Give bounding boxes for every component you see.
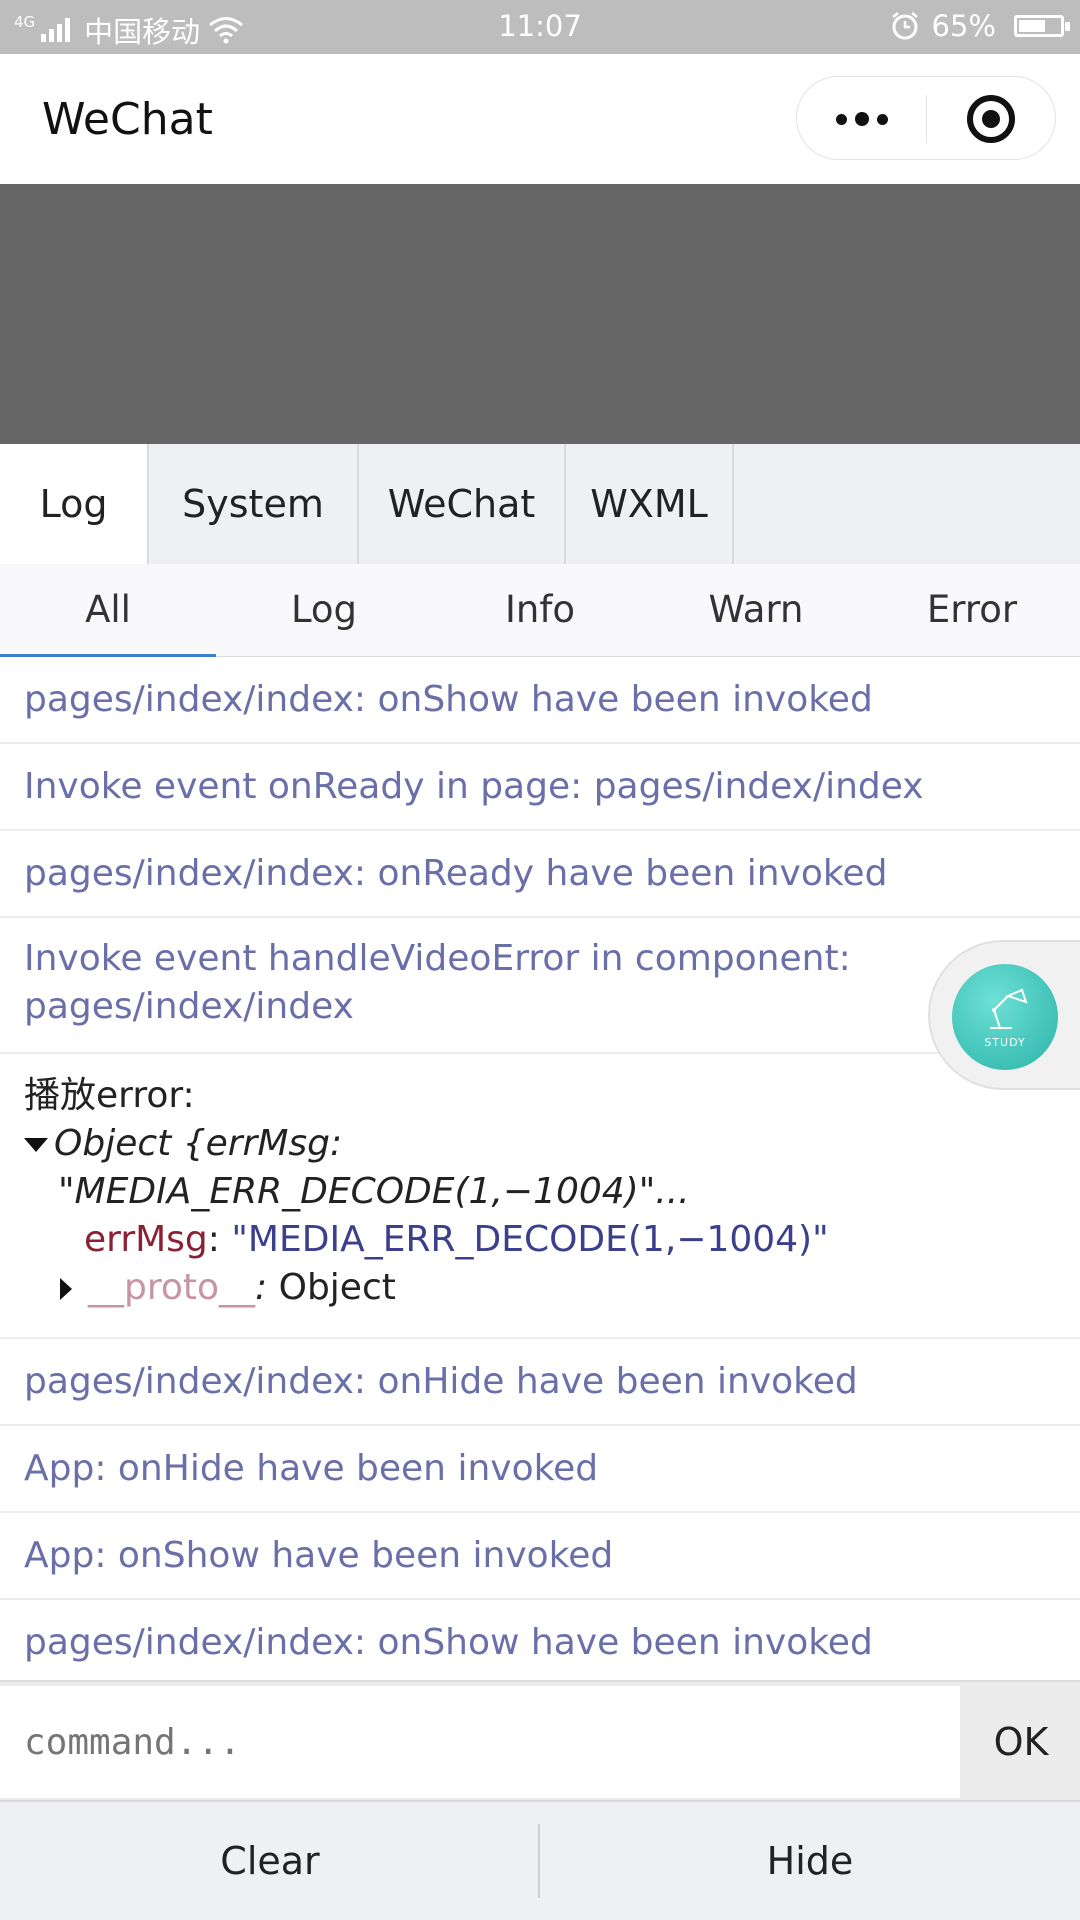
- battery-percent: 65%: [931, 9, 996, 43]
- proto-expander[interactable]: __proto__: Object: [24, 1264, 1056, 1312]
- more-button[interactable]: [797, 77, 927, 161]
- battery-icon: [1014, 15, 1070, 37]
- filter-log[interactable]: Log: [216, 564, 432, 656]
- study-label: STUDY: [984, 1036, 1026, 1049]
- object-expander[interactable]: Object {errMsg:: [24, 1120, 1056, 1168]
- log-entry-line: Invoke event handleVideoError in compone…: [24, 938, 851, 979]
- page-title: WeChat: [42, 94, 213, 145]
- more-dot-icon: [855, 112, 869, 126]
- log-list[interactable]: pages/index/index: onShow have been invo…: [0, 657, 1080, 1677]
- proto-key: __proto__: [88, 1267, 256, 1308]
- bottom-actions: Clear Hide: [0, 1800, 1080, 1920]
- study-floating-button[interactable]: STUDY: [952, 964, 1058, 1070]
- capsule-menu: [796, 76, 1056, 160]
- command-bar: OK: [0, 1680, 1080, 1802]
- expand-triangle-icon: [60, 1278, 72, 1300]
- object-summary-line2: "MEDIA_ERR_DECODE(1,−1004)"...: [58, 1171, 690, 1212]
- alarm-icon: [891, 12, 918, 40]
- more-dot-icon: [836, 113, 847, 125]
- command-input[interactable]: [0, 1686, 960, 1798]
- close-miniprogram-icon[interactable]: [967, 95, 1015, 143]
- more-dot-icon: [877, 113, 888, 125]
- object-property: errMsg: "MEDIA_ERR_DECODE(1,−1004)": [84, 1219, 829, 1260]
- console-tabs: Log System WeChat WXML: [0, 444, 1080, 565]
- log-filter-tabs: All Log Info Warn Error: [0, 564, 1080, 657]
- battery-fill: [1019, 20, 1045, 32]
- log-entry: pages/index/index: onHide have been invo…: [0, 1339, 1080, 1426]
- property-key: errMsg: [84, 1219, 208, 1260]
- filter-info[interactable]: Info: [432, 564, 648, 656]
- error-title: 播放error:: [24, 1075, 195, 1116]
- log-entry: Invoke event handleVideoError in compone…: [0, 918, 1080, 1054]
- filter-all[interactable]: All: [0, 564, 216, 657]
- log-entry-line: pages/index/index: [24, 986, 354, 1027]
- filter-error[interactable]: Error: [864, 564, 1080, 656]
- tab-wxml[interactable]: WXML: [566, 444, 734, 564]
- hide-button[interactable]: Hide: [540, 1802, 1080, 1920]
- nav-bar: WeChat: [0, 54, 1080, 184]
- collapse-triangle-icon: [24, 1138, 48, 1152]
- log-entry-error: 播放error: Object {errMsg: "MEDIA_ERR_DECO…: [0, 1054, 1080, 1339]
- proto-value: Object: [278, 1267, 396, 1308]
- object-summary-line1: Object {errMsg:: [54, 1123, 343, 1164]
- tab-wechat[interactable]: WeChat: [359, 444, 566, 564]
- log-entry: Invoke event onReady in page: pages/inde…: [0, 744, 1080, 831]
- log-entry: pages/index/index: onShow have been invo…: [0, 657, 1080, 744]
- property-value: "MEDIA_ERR_DECODE(1,−1004)": [231, 1219, 829, 1260]
- log-entry: App: onShow have been invoked: [0, 1513, 1080, 1600]
- log-entry: pages/index/index: onShow have been invo…: [0, 1600, 1080, 1677]
- status-right: 65%: [890, 9, 1070, 43]
- log-entry: pages/index/index: onReady have been inv…: [0, 831, 1080, 918]
- capsule-divider: [926, 95, 927, 143]
- video-player[interactable]: [0, 184, 1080, 444]
- floating-button-dock: STUDY: [928, 940, 1080, 1090]
- ok-button[interactable]: OK: [962, 1682, 1080, 1802]
- filter-warn[interactable]: Warn: [648, 564, 864, 656]
- tab-log[interactable]: Log: [0, 444, 149, 564]
- tab-system[interactable]: System: [149, 444, 359, 564]
- desk-lamp-icon: [990, 988, 1028, 1029]
- log-entry: App: onHide have been invoked: [0, 1426, 1080, 1513]
- status-bar: 4G 中国移动 11:07 65%: [0, 0, 1080, 54]
- clear-button[interactable]: Clear: [0, 1802, 540, 1920]
